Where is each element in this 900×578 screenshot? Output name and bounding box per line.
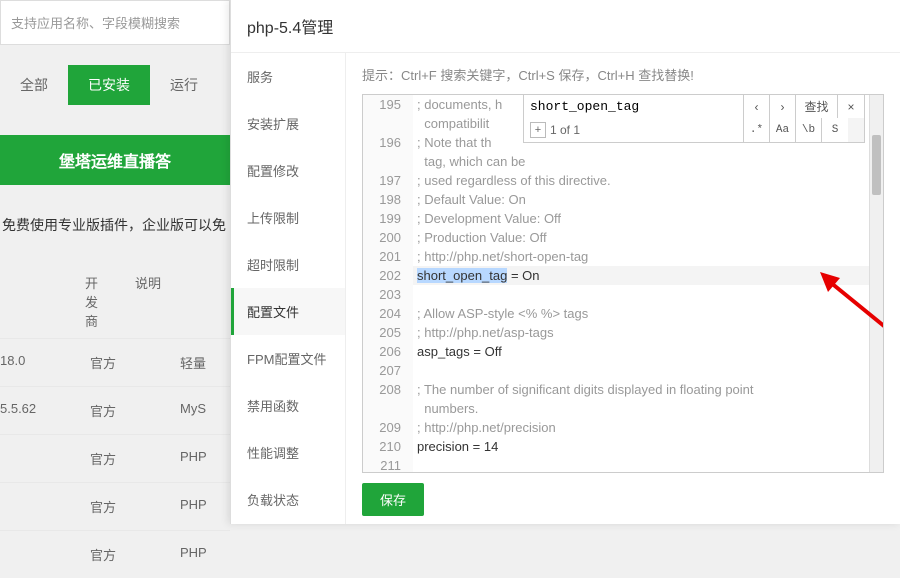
sidebar-item[interactable]: 安装扩展 bbox=[231, 100, 345, 147]
sidebar-item[interactable]: 服务 bbox=[231, 53, 345, 100]
search-find-button[interactable]: 查找 bbox=[796, 95, 838, 118]
col-vendor: 开发商 bbox=[0, 273, 85, 330]
search-input[interactable]: 支持应用名称、字段模糊搜索 bbox=[0, 0, 230, 45]
modal-sidebar: 服务安装扩展配置修改上传限制超时限制配置文件FPM配置文件禁用函数性能调整负载状… bbox=[231, 53, 346, 524]
save-button[interactable]: 保存 bbox=[362, 483, 424, 516]
editor-hint: 提示：Ctrl+F 搜索关键字，Ctrl+S 保存，Ctrl+H 查找替换! bbox=[362, 65, 884, 84]
sidebar-item[interactable]: 负载状态 bbox=[231, 476, 345, 523]
table-row[interactable]: 官方PHP bbox=[0, 482, 230, 530]
search-case-toggle[interactable]: Aa bbox=[770, 118, 796, 142]
search-next-button[interactable]: › bbox=[770, 95, 796, 118]
search-prev-button[interactable]: ‹ bbox=[744, 95, 770, 118]
table-row[interactable]: 5.5.62官方MyS bbox=[0, 386, 230, 434]
sidebar-item[interactable]: 禁用函数 bbox=[231, 382, 345, 429]
sidebar-item[interactable]: 上传限制 bbox=[231, 194, 345, 241]
search-panel: ‹ › 查找 × + 1 of 1 .* Aa \b S bbox=[523, 95, 865, 143]
tab-running[interactable]: 运行 bbox=[150, 65, 218, 105]
search-word-toggle[interactable]: \b bbox=[796, 118, 822, 142]
sidebar-item[interactable]: 超时限制 bbox=[231, 241, 345, 288]
search-query-input[interactable] bbox=[524, 95, 744, 118]
config-editor[interactable]: 195; documents, h compatibilit196; Note … bbox=[362, 94, 884, 473]
promo-text: 免费使用专业版插件，企业版可以免 bbox=[0, 215, 230, 235]
sidebar-item[interactable]: 配置文件 bbox=[231, 288, 345, 335]
search-close-button[interactable]: × bbox=[838, 95, 864, 118]
search-result-count: 1 of 1 bbox=[550, 123, 580, 137]
sidebar-item[interactable]: 性能调整 bbox=[231, 429, 345, 476]
editor-scrollbar[interactable] bbox=[869, 95, 883, 472]
table-row[interactable]: 官方PHP bbox=[0, 434, 230, 482]
table-row[interactable]: 18.0官方轻量 bbox=[0, 338, 230, 386]
search-expand-button[interactable]: + bbox=[530, 122, 546, 138]
tab-all[interactable]: 全部 bbox=[0, 65, 68, 105]
table-row[interactable]: 官方PHP bbox=[0, 530, 230, 578]
search-s-toggle[interactable]: S bbox=[822, 118, 848, 142]
search-regex-toggle[interactable]: .* bbox=[744, 118, 770, 142]
php-manage-modal: php-5.4管理 服务安装扩展配置修改上传限制超时限制配置文件FPM配置文件禁… bbox=[230, 0, 900, 524]
col-desc: 说明 bbox=[85, 273, 161, 330]
sidebar-item[interactable]: FPM配置文件 bbox=[231, 335, 345, 382]
sidebar-item[interactable]: 配置修改 bbox=[231, 147, 345, 194]
tab-installed[interactable]: 已安装 bbox=[68, 65, 150, 105]
modal-title: php-5.4管理 bbox=[231, 0, 900, 53]
promo-banner: 堡塔运维直播答 bbox=[0, 135, 230, 185]
